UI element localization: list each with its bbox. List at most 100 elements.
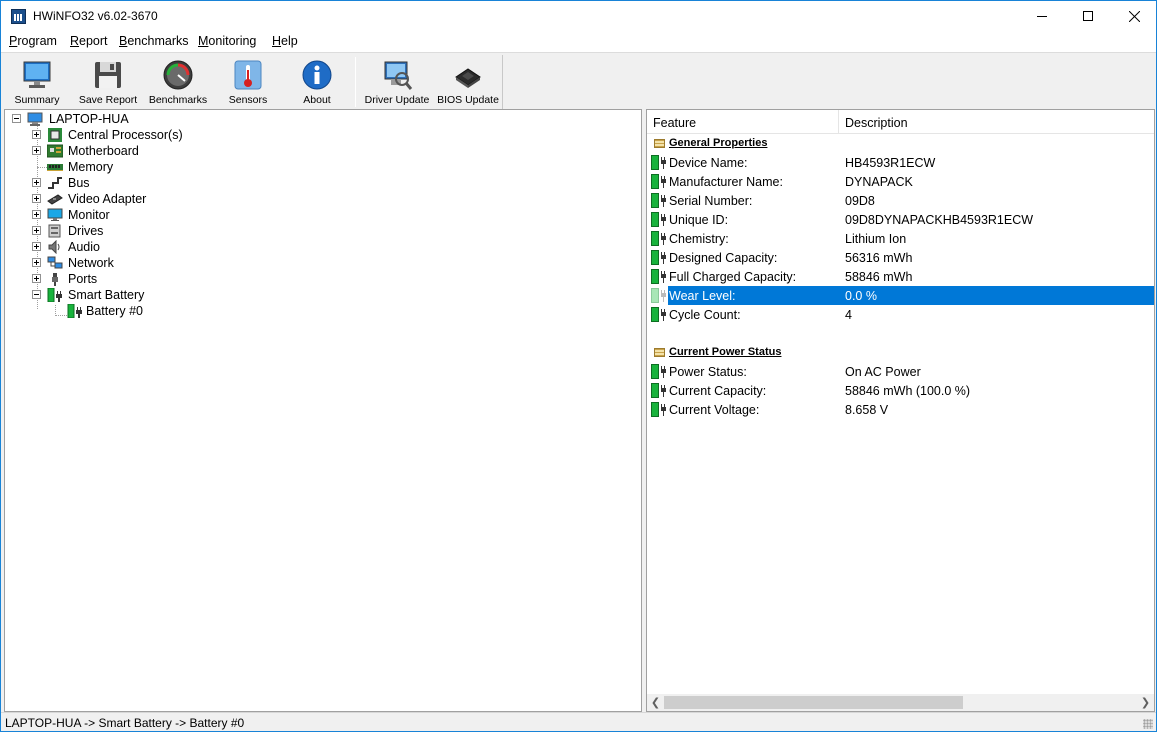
tree-item-monitor[interactable]: Monitor: [30, 207, 330, 223]
value-cell: 09D8DYNAPACKHB4593R1ECW: [845, 213, 1034, 227]
menu-program[interactable]: Program: [9, 34, 57, 48]
value-cell: 58846 mWh (100.0 %): [845, 384, 971, 398]
tree-item-memory[interactable]: Memory: [30, 159, 330, 175]
expand-icon[interactable]: [32, 226, 41, 235]
tree-item-ports[interactable]: Ports: [30, 271, 330, 287]
expand-icon[interactable]: [32, 178, 41, 187]
collapse-icon[interactable]: [12, 114, 21, 123]
resize-grip-icon[interactable]: [1143, 719, 1153, 729]
list-row[interactable]: Cycle Count: 4: [647, 305, 1154, 324]
tree-item-network[interactable]: Network: [30, 255, 330, 271]
expand-icon[interactable]: [32, 274, 41, 283]
feature-cell: Current Voltage:: [669, 403, 760, 417]
tree-item-drives[interactable]: Drives: [30, 223, 330, 239]
expand-icon[interactable]: [32, 210, 41, 219]
menu-program-label: rogram: [17, 34, 57, 48]
driver-update-label: Driver Update: [364, 94, 430, 106]
section-general-properties[interactable]: General Properties: [647, 134, 1154, 153]
expand-icon[interactable]: [32, 130, 41, 139]
close-icon: [1128, 10, 1140, 22]
close-button[interactable]: [1111, 1, 1157, 31]
expand-icon[interactable]: [32, 258, 41, 267]
sensors-label: Sensors: [228, 94, 268, 106]
menu-report-accesskey: R: [70, 34, 80, 48]
tree-item-label: Drives: [68, 224, 104, 238]
about-label: About: [303, 94, 331, 106]
bios-update-button[interactable]: BIOS Update: [435, 55, 501, 107]
column-divider[interactable]: [838, 110, 839, 134]
ports-icon: [52, 273, 58, 286]
menu-report-label: eport: [79, 34, 108, 48]
tree-item-battery-0[interactable]: Battery #0: [67, 303, 267, 319]
column-header-description[interactable]: Description: [845, 116, 908, 130]
column-header-feature[interactable]: Feature: [653, 116, 696, 130]
scroll-left-arrow-icon[interactable]: ❮: [647, 696, 664, 709]
computer-icon: [27, 112, 43, 126]
list-row[interactable]: Current Capacity: 58846 mWh (100.0 %): [647, 381, 1154, 400]
maximize-button[interactable]: [1065, 1, 1111, 31]
tree-item-label: Motherboard: [68, 144, 139, 158]
menu-report[interactable]: Report: [70, 34, 108, 48]
minimize-button[interactable]: [1019, 1, 1065, 31]
tree-root[interactable]: LAPTOP-HUA: [12, 111, 212, 127]
scroll-right-arrow-icon[interactable]: ❯: [1137, 696, 1154, 709]
value-cell: 58846 mWh: [845, 270, 913, 284]
menu-help[interactable]: Help: [272, 34, 298, 48]
collapse-icon[interactable]: [32, 290, 41, 299]
list-row[interactable]: Current Voltage: 8.658 V: [647, 400, 1154, 419]
save-report-button[interactable]: Save Report: [77, 55, 139, 107]
expand-icon[interactable]: [32, 146, 41, 155]
menu-benchmarks-label: enchmarks: [127, 34, 189, 48]
list-row[interactable]: Chemistry: Lithium Ion: [647, 229, 1154, 248]
tree-item-label: Ports: [68, 272, 98, 286]
section-icon: [654, 348, 665, 357]
benchmarks-button[interactable]: Benchmarks: [147, 55, 209, 107]
horizontal-scrollbar[interactable]: ❮ ❯: [647, 694, 1154, 711]
expand-icon[interactable]: [32, 242, 41, 251]
monitor-icon: [23, 61, 51, 88]
tree-item-bus[interactable]: Bus: [30, 175, 330, 191]
list-row-selected[interactable]: Wear Level: 0.0 %: [647, 286, 1154, 305]
tree-item-audio[interactable]: Audio: [30, 239, 330, 255]
battery-icon: [651, 250, 667, 265]
tree-connector-line: [55, 315, 67, 316]
tree-item-smart-battery[interactable]: Smart Battery: [30, 287, 330, 303]
menu-benchmarks[interactable]: Benchmarks: [119, 34, 188, 48]
value-cell: On AC Power: [845, 365, 921, 379]
tree-item-video-adapter[interactable]: Video Adapter: [30, 191, 330, 207]
expand-icon[interactable]: [32, 194, 41, 203]
section-current-power-status[interactable]: Current Power Status: [647, 343, 1154, 362]
driver-update-button[interactable]: Driver Update: [363, 55, 431, 107]
battery-icon: [651, 193, 667, 208]
selection-highlight: [668, 286, 1154, 305]
summary-label: Summary: [14, 94, 60, 106]
list-row[interactable]: Designed Capacity: 56316 mWh: [647, 248, 1154, 267]
battery-icon: [651, 155, 667, 170]
device-tree[interactable]: LAPTOP-HUA Central Processor(s) Motherbo…: [4, 109, 642, 712]
list-row[interactable]: Device Name: HB4593R1ECW: [647, 153, 1154, 172]
feature-cell: Wear Level:: [669, 289, 736, 303]
value-cell: 0.0 %: [845, 289, 877, 303]
summary-button[interactable]: Summary: [7, 55, 67, 107]
list-row[interactable]: Manufacturer Name: DYNAPACK: [647, 172, 1154, 191]
list-row[interactable]: Full Charged Capacity: 58846 mWh: [647, 267, 1154, 286]
save-report-label: Save Report: [78, 94, 138, 106]
tree-item-motherboard[interactable]: Motherboard: [30, 143, 330, 159]
list-row[interactable]: Unique ID: 09D8DYNAPACKHB4593R1ECW: [647, 210, 1154, 229]
menu-help-accesskey: H: [272, 34, 282, 48]
about-button[interactable]: About: [287, 55, 347, 107]
menu-monitoring[interactable]: Monitoring: [198, 34, 256, 48]
audio-icon: [48, 240, 60, 254]
monitor-icon: [47, 208, 63, 221]
scrollbar-thumb[interactable]: [664, 696, 963, 709]
battery-icon: [47, 288, 62, 302]
sensors-button[interactable]: Sensors: [218, 55, 278, 107]
list-row[interactable]: Power Status: On AC Power: [647, 362, 1154, 381]
value-cell: 8.658 V: [845, 403, 889, 417]
list-row[interactable]: Serial Number: 09D8: [647, 191, 1154, 210]
minimize-icon: [1037, 15, 1047, 17]
tree-item-cpu[interactable]: Central Processor(s): [30, 127, 330, 143]
bus-icon: [48, 177, 62, 189]
value-cell: 4: [845, 308, 852, 322]
details-list[interactable]: Feature Description General Properties D…: [646, 109, 1155, 712]
